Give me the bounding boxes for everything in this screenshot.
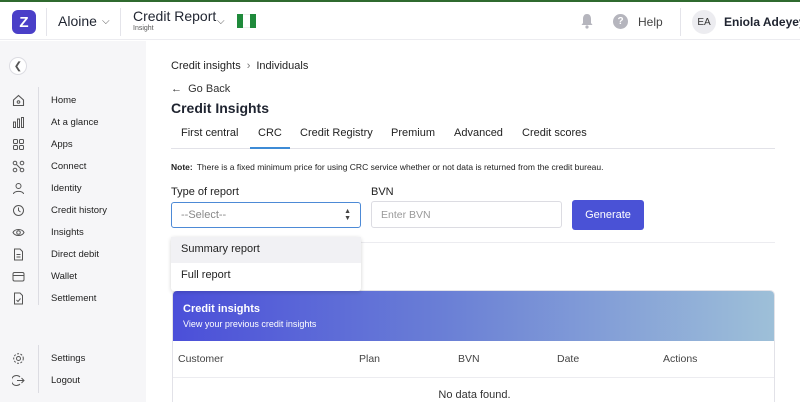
nigeria-flag-icon (237, 14, 256, 28)
sidebar-item-apps[interactable]: Apps (0, 136, 146, 154)
report-type-label: Type of report (171, 186, 239, 198)
apps-icon (13, 139, 24, 150)
document-icon (14, 248, 23, 261)
logo[interactable]: Z (12, 10, 36, 34)
sidebar-item-label: Logout (51, 375, 81, 386)
note-label: Note: (171, 162, 193, 172)
sidebar-item-label: Settings (51, 353, 86, 364)
chevron-down-icon[interactable]: ⌵ (217, 16, 225, 27)
sidebar-item-label: Apps (51, 139, 73, 150)
sidebar-item-settings[interactable]: Settings (0, 350, 146, 368)
wallet-icon (12, 272, 25, 282)
breadcrumb-item[interactable]: Credit insights (171, 60, 241, 72)
page-title: Credit Insights (171, 100, 270, 116)
sidebar-item-settlement[interactable]: Settlement (0, 290, 146, 308)
card-subtitle: View your previous credit insights (183, 319, 317, 329)
tab-bar: First central CRC Credit Registry Premiu… (171, 125, 775, 149)
sidebar-item-label: Insights (51, 227, 84, 238)
column-header-plan: Plan (359, 353, 381, 365)
dropdown-option-full-report[interactable]: Full report (171, 263, 361, 289)
arrow-left-icon: ← (171, 83, 182, 95)
sidebar-item-label: Wallet (51, 271, 78, 282)
select-arrows-icon: ▲ ▼ (344, 208, 351, 222)
sidebar-item-label: Credit history (51, 205, 107, 216)
history-icon (13, 205, 24, 216)
column-header-date: Date (557, 353, 580, 365)
note-text: Note: There is a fixed minimum price for … (171, 162, 604, 172)
breadcrumb: Credit insights › Individuals (171, 60, 308, 72)
sidebar-item-credit-history[interactable]: Credit history (0, 202, 146, 220)
sidebar-item-label: Home (51, 95, 77, 106)
sidebar-item-label: At a glance (51, 117, 99, 128)
credit-insights-card: Credit insights View your previous credi… (172, 290, 775, 402)
table-divider (173, 377, 774, 378)
tab-premium[interactable]: Premium (391, 127, 435, 149)
report-type-value: --Select-- (181, 209, 227, 221)
sidebar-item-logout[interactable]: Logout (0, 372, 146, 390)
user-name[interactable]: Eniola Adeyeye (724, 15, 800, 29)
sidebar-item-home[interactable]: Home (0, 92, 146, 110)
product-title[interactable]: Credit Report (133, 8, 216, 24)
sidebar-item-label: Connect (51, 161, 87, 172)
generate-button[interactable]: Generate (572, 200, 644, 230)
main-content: Credit insights › Individuals ← Go Back Cr… (146, 41, 800, 402)
product-subtitle: Insight (133, 25, 154, 32)
chevron-right-icon: › (246, 60, 251, 72)
breadcrumb-item: Individuals (256, 60, 309, 72)
card-header: Credit insights View your previous credi… (173, 291, 774, 341)
help-link[interactable]: Help (638, 15, 663, 29)
tab-first-central[interactable]: First central (181, 127, 238, 149)
help-icon[interactable]: ? (613, 14, 628, 29)
sidebar-item-identity[interactable]: Identity (0, 180, 146, 198)
sidebar-item-at-a-glance[interactable]: At a glance (0, 114, 146, 132)
note-body: There is a fixed minimum price for using… (196, 162, 604, 172)
connect-icon (12, 160, 25, 173)
tab-credit-registry[interactable]: Credit Registry (300, 127, 373, 149)
logout-icon (12, 375, 25, 386)
tab-crc[interactable]: CRC (250, 127, 290, 149)
report-type-dropdown: Summary report Full report (171, 237, 361, 291)
user-icon (13, 183, 24, 195)
sidebar-item-label: Identity (51, 183, 82, 194)
sidebar-item-connect[interactable]: Connect (0, 158, 146, 176)
sidebar: ❮ Home At a glance Apps Connect Identity… (0, 41, 146, 402)
home-icon (12, 94, 25, 107)
settlement-icon (14, 292, 23, 305)
dropdown-option-summary-report[interactable]: Summary report (171, 237, 361, 263)
bell-icon[interactable] (580, 13, 594, 29)
sidebar-item-direct-debit[interactable]: Direct debit (0, 246, 146, 264)
bar-chart-icon (13, 117, 24, 128)
empty-state-text: No data found. (438, 389, 511, 401)
go-back-link[interactable]: ← Go Back (171, 83, 230, 95)
sidebar-item-wallet[interactable]: Wallet (0, 268, 146, 286)
gear-icon (13, 353, 24, 364)
tab-credit-scores[interactable]: Credit scores (522, 127, 587, 149)
report-type-select[interactable]: --Select-- ▲ ▼ (171, 202, 361, 228)
go-back-label: Go Back (188, 83, 231, 95)
top-header: Z Aloine ⌵ Credit Report Insight ⌵ ? Hel… (0, 0, 800, 40)
bvn-input[interactable] (371, 201, 562, 228)
column-header-bvn: BVN (458, 353, 480, 365)
header-divider (120, 8, 121, 36)
header-divider (46, 8, 47, 36)
card-title: Credit insights (183, 303, 261, 315)
column-header-customer: Customer (178, 353, 224, 365)
eye-icon (12, 229, 25, 236)
chevron-down-icon[interactable]: ⌵ (102, 16, 110, 27)
sidebar-item-label: Direct debit (51, 249, 100, 260)
sidebar-item-label: Settlement (51, 293, 97, 304)
org-name[interactable]: Aloine (58, 13, 97, 29)
bvn-label: BVN (371, 186, 394, 198)
collapse-sidebar-button[interactable]: ❮ (9, 57, 27, 75)
column-header-actions: Actions (663, 353, 698, 365)
tab-advanced[interactable]: Advanced (454, 127, 503, 149)
header-divider (680, 8, 681, 36)
avatar[interactable]: EA (692, 10, 716, 34)
sidebar-item-insights[interactable]: Insights (0, 224, 146, 242)
